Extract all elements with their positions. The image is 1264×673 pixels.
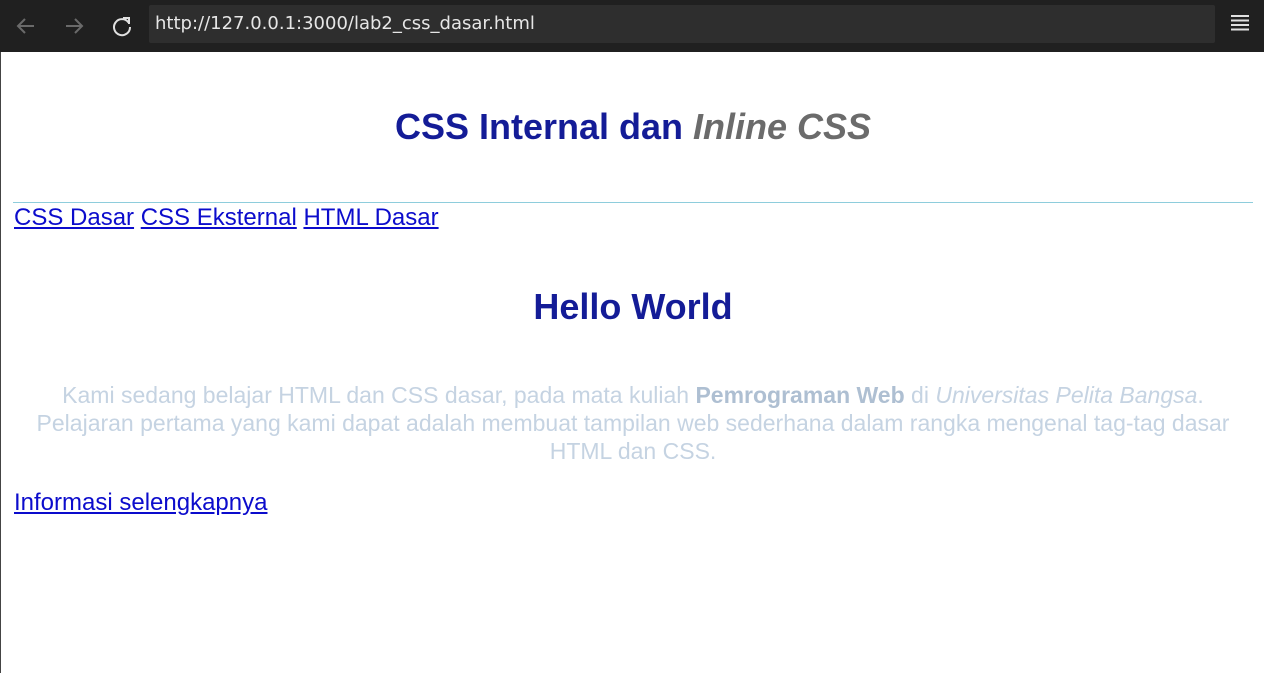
- page-viewport: CSS Internal dan Inline CSS CSS Dasar CS…: [0, 52, 1264, 673]
- forward-button[interactable]: [50, 2, 98, 50]
- horizontal-divider: [13, 202, 1253, 203]
- nav-link-css-dasar[interactable]: CSS Dasar: [14, 204, 134, 231]
- intro-text-2: di: [904, 382, 936, 408]
- nav-link-html-dasar[interactable]: HTML Dasar: [303, 204, 438, 231]
- intro-course-name: Pemrograman Web: [695, 382, 905, 408]
- more-info-link[interactable]: Informasi selengkapnya: [14, 489, 267, 517]
- nav-menu: CSS Dasar CSS Eksternal HTML Dasar: [14, 204, 439, 232]
- reload-button[interactable]: [98, 2, 146, 50]
- intro-paragraph: Kami sedang belajar HTML dan CSS dasar, …: [25, 381, 1241, 465]
- address-bar[interactable]: http://127.0.0.1:3000/lab2_css_dasar.htm…: [149, 5, 1215, 43]
- hello-heading: Hello World: [533, 286, 733, 327]
- url-text: http://127.0.0.1:3000/lab2_css_dasar.htm…: [155, 13, 535, 34]
- browser-toolbar: http://127.0.0.1:3000/lab2_css_dasar.htm…: [0, 0, 1264, 52]
- back-arrow-icon: [14, 14, 38, 38]
- intro-university-name: Universitas Pelita Bangsa: [935, 382, 1198, 408]
- menu-button[interactable]: [1215, 0, 1264, 48]
- page-title-italic: Inline CSS: [693, 106, 872, 147]
- forward-arrow-icon: [62, 14, 86, 38]
- intro-text-1: Kami sedang belajar HTML dan CSS dasar, …: [62, 382, 696, 408]
- nav-link-css-eksternal[interactable]: CSS Eksternal: [141, 204, 297, 231]
- hamburger-menu-icon: [1230, 13, 1250, 36]
- page-title-main: CSS Internal dan: [394, 106, 694, 147]
- reload-icon: [110, 14, 134, 38]
- page-title: CSS Internal dan Inline CSS: [1, 106, 1264, 148]
- back-button[interactable]: [2, 2, 50, 50]
